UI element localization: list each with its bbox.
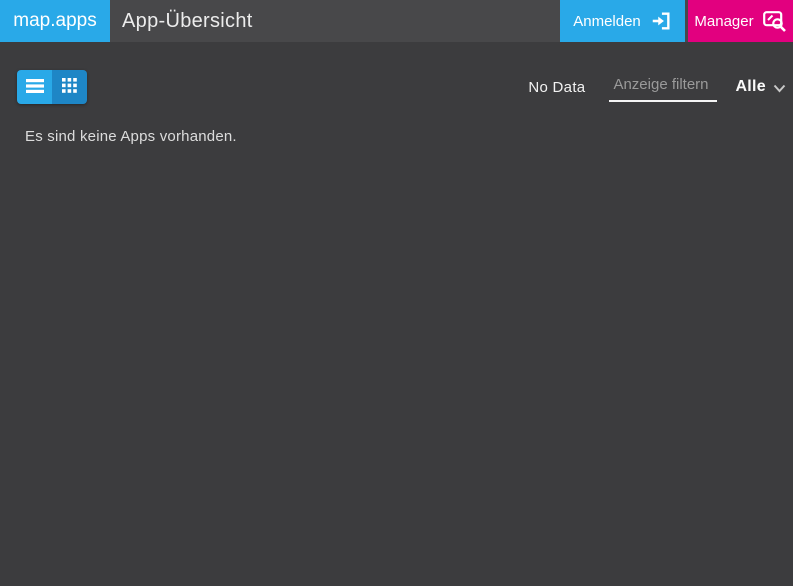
manager-magnifier-icon	[762, 10, 787, 32]
chevron-down-icon	[773, 84, 786, 93]
login-button[interactable]: Anmelden	[560, 0, 685, 42]
empty-state-message: Es sind keine Apps vorhanden.	[25, 128, 237, 145]
login-button-label: Anmelden	[573, 12, 641, 30]
manager-button[interactable]: Manager	[688, 0, 793, 42]
toolbar: No Data Alle	[0, 70, 793, 104]
grid-view-button[interactable]	[52, 70, 87, 104]
dropdown-value: Alle	[735, 78, 766, 95]
sign-in-icon	[650, 10, 672, 32]
app-header: map.apps App-Übersicht Anmelden Manager	[0, 0, 793, 42]
view-toggle	[17, 70, 87, 104]
filter-input[interactable]	[609, 72, 718, 102]
status-text: No Data	[528, 78, 586, 96]
list-icon	[25, 78, 44, 96]
header-spacer	[253, 0, 560, 42]
app-list-area: Es sind keine Apps vorhanden.	[0, 128, 793, 145]
filter-dropdown[interactable]: Alle	[735, 78, 786, 96]
brand-logo[interactable]: map.apps	[0, 0, 110, 42]
list-view-button[interactable]	[17, 70, 52, 104]
page-title: App-Übersicht	[122, 9, 253, 32]
grid-icon	[62, 78, 77, 96]
manager-button-label: Manager	[694, 12, 754, 30]
toolbar-right: No Data Alle	[528, 72, 793, 102]
